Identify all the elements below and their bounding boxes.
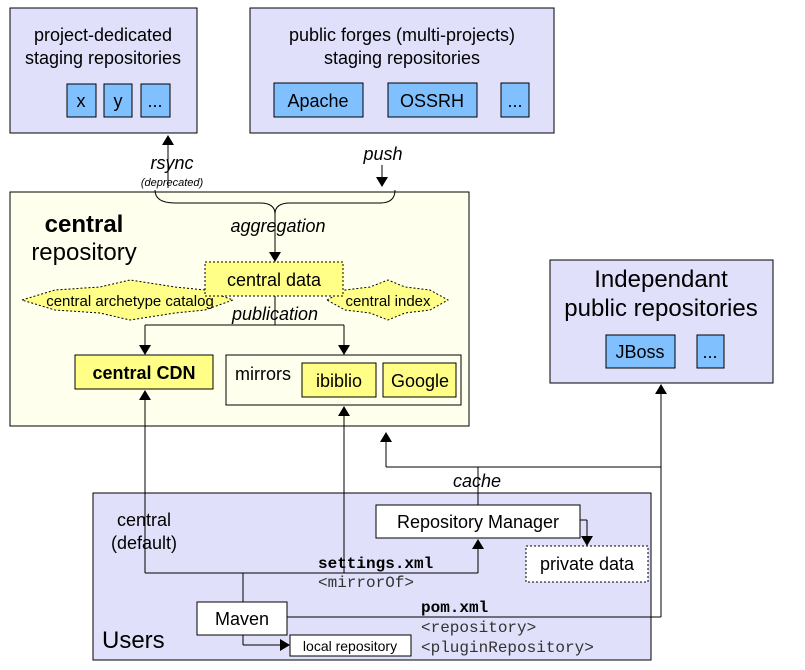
push-label: push xyxy=(362,144,402,164)
project-staging-title-2: staging repositories xyxy=(25,48,181,68)
central-title: repository xyxy=(31,239,136,266)
central-default-label-2: (default) xyxy=(111,533,177,553)
plugin-repository-tag-label: <pluginRepository> xyxy=(421,639,594,657)
repo-forges-more-label: ... xyxy=(507,91,522,111)
repository-manager-label: Repository Manager xyxy=(397,512,559,532)
rsync-label: rsync xyxy=(150,153,193,173)
central-data-label: central data xyxy=(227,270,322,290)
independent-repositories-box: Independant public repositories JBoss ..… xyxy=(549,259,774,384)
forges-staging-box: public forges (multi-projects) staging r… xyxy=(249,7,555,134)
independent-title-2: public repositories xyxy=(564,295,757,322)
central-index-label: central index xyxy=(345,293,431,310)
archetype-catalog-label: central archetype catalog xyxy=(46,293,214,310)
users-label: Users xyxy=(102,627,165,654)
central-cdn-label: central CDN xyxy=(92,363,195,383)
mirror-ibiblio-label: ibiblio xyxy=(316,371,362,391)
mirror-google-label: Google xyxy=(391,371,449,391)
maven-repository-diagram: project-dedicated staging repositories x… xyxy=(9,7,774,661)
repo-y-label: y xyxy=(114,91,123,111)
settings-xml-label: settings.xml xyxy=(318,555,433,573)
repo-independent-more-label: ... xyxy=(702,342,717,362)
cache-label: cache xyxy=(453,471,501,491)
central-title-bold: central xyxy=(45,211,124,238)
central-default-label-1: central xyxy=(117,510,171,530)
local-repository-label: local repository xyxy=(303,638,397,654)
rsync-note: (deprecated) xyxy=(141,177,204,189)
mirrorof-label: <mirrorOf> xyxy=(318,574,414,592)
independent-title-1: Independant xyxy=(594,266,728,293)
repo-x-label: x xyxy=(77,91,86,111)
repository-tag-label: <repository> xyxy=(421,619,536,637)
private-data-label: private data xyxy=(540,554,635,574)
pom-xml-label: pom.xml xyxy=(421,599,488,617)
repo-more-label: ... xyxy=(147,91,162,111)
maven-label: Maven xyxy=(215,609,269,629)
project-staging-box: project-dedicated staging repositories x… xyxy=(9,7,198,134)
repo-jboss-label: JBoss xyxy=(615,342,664,362)
forges-staging-title-2: staging repositories xyxy=(324,48,480,68)
aggregation-label: aggregation xyxy=(230,216,325,236)
repo-apache-label: Apache xyxy=(287,91,348,111)
forges-staging-title-1: public forges (multi-projects) xyxy=(289,25,515,45)
mirrors-label: mirrors xyxy=(235,364,291,384)
repo-ossrh-label: OSSRH xyxy=(400,91,464,111)
project-staging-title-1: project-dedicated xyxy=(34,25,172,45)
